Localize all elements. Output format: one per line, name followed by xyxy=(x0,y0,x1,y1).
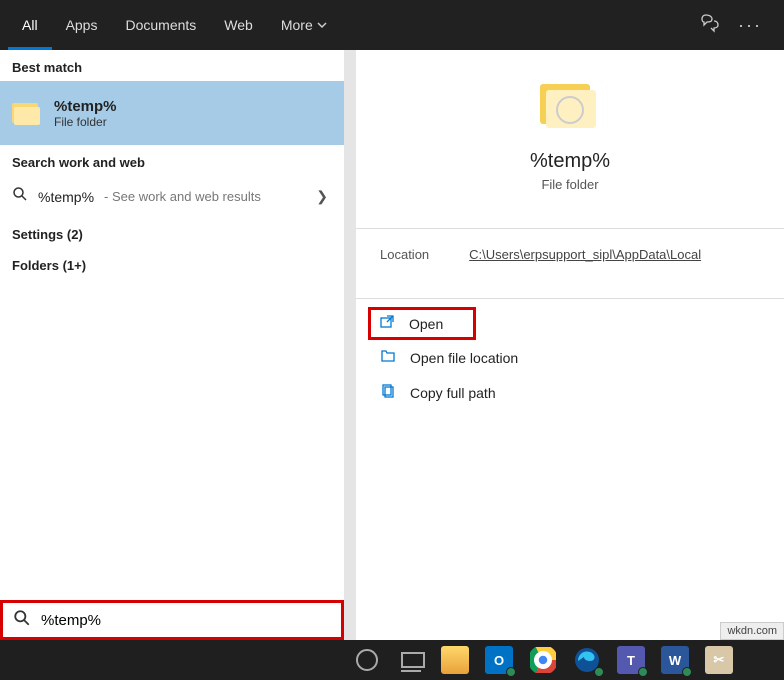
preview-title: %temp% xyxy=(376,150,764,173)
search-icon xyxy=(13,609,31,632)
location-path[interactable]: C:\Users\erpsupport_sipl\AppData\Local xyxy=(469,247,701,262)
edge-icon[interactable] xyxy=(572,645,602,675)
location-label: Location xyxy=(380,247,429,262)
best-match-header: Best match xyxy=(0,50,344,81)
tab-more[interactable]: More xyxy=(267,0,341,50)
tab-more-label: More xyxy=(281,17,313,33)
web-result-hint: - See work and web results xyxy=(104,189,261,204)
task-view-button[interactable] xyxy=(396,645,426,675)
best-match-subtitle: File folder xyxy=(54,115,117,129)
open-location-label: Open file location xyxy=(410,350,518,366)
tab-all[interactable]: All xyxy=(8,0,52,50)
copy-path-label: Copy full path xyxy=(410,385,496,401)
copy-path-action[interactable]: Copy full path xyxy=(368,375,772,410)
search-input[interactable] xyxy=(41,612,331,629)
chevron-down-icon xyxy=(317,17,327,33)
tab-documents[interactable]: Documents xyxy=(111,0,210,50)
cortana-button[interactable] xyxy=(352,645,382,675)
taskbar: O T W ✂ xyxy=(0,640,784,680)
open-action[interactable]: Open xyxy=(368,307,476,340)
best-match-title: %temp% xyxy=(54,98,117,115)
folder-icon xyxy=(12,99,42,127)
results-pane: Best match %temp% File folder Search wor… xyxy=(0,50,344,640)
folder-icon xyxy=(540,78,600,132)
open-label: Open xyxy=(409,316,443,332)
web-search-result[interactable]: %temp% - See work and web results ❯ xyxy=(0,176,344,217)
tab-web[interactable]: Web xyxy=(210,0,267,50)
preview-subtitle: File folder xyxy=(376,177,764,192)
file-explorer-icon[interactable] xyxy=(440,645,470,675)
settings-header[interactable]: Settings (2) xyxy=(0,217,344,248)
search-icon xyxy=(12,186,28,207)
search-box[interactable] xyxy=(0,600,344,640)
snipping-tool-icon[interactable]: ✂ xyxy=(704,645,734,675)
chrome-icon[interactable] xyxy=(528,645,558,675)
best-match-result[interactable]: %temp% File folder xyxy=(0,81,344,145)
chevron-right-icon: ❯ xyxy=(316,188,328,205)
outlook-icon[interactable]: O xyxy=(484,645,514,675)
search-web-header: Search work and web xyxy=(0,145,344,176)
teams-icon[interactable]: T xyxy=(616,645,646,675)
folders-header[interactable]: Folders (1+) xyxy=(0,248,344,279)
feedback-icon[interactable] xyxy=(700,13,720,38)
web-result-query: %temp% xyxy=(38,189,94,205)
word-icon[interactable]: W xyxy=(660,645,690,675)
more-options-icon[interactable]: ··· xyxy=(738,15,762,36)
tab-apps[interactable]: Apps xyxy=(52,0,112,50)
folder-open-icon xyxy=(380,348,396,367)
open-location-action[interactable]: Open file location xyxy=(368,340,772,375)
copy-icon xyxy=(380,383,396,402)
watermark: wkdn.com xyxy=(720,622,784,640)
preview-pane: %temp% File folder Location C:\Users\erp… xyxy=(356,50,784,640)
search-tabs: All Apps Documents Web More ··· xyxy=(0,0,784,50)
open-icon xyxy=(379,314,395,333)
